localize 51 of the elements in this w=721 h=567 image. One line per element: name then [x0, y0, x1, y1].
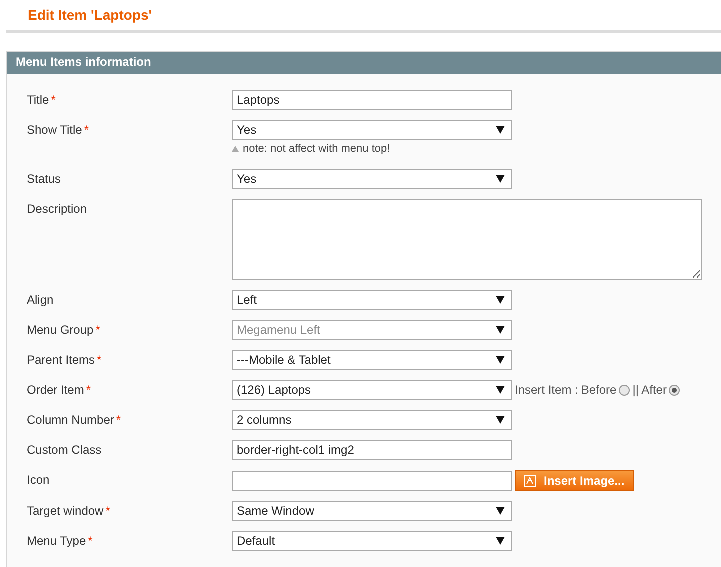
required-mark: * [96, 323, 100, 337]
required-mark: * [88, 534, 93, 548]
field-label: Menu Group [27, 323, 94, 337]
field-label: Custom Class [27, 443, 102, 457]
caret-icon [496, 386, 505, 394]
required-mark: * [97, 353, 102, 367]
field-label: Order Item [27, 383, 84, 397]
triangle-icon [232, 146, 239, 152]
dropdown[interactable]: Same Window [232, 501, 512, 521]
insert-label: Insert Item : [515, 383, 578, 397]
field-label: Target window [27, 504, 104, 518]
dropdown[interactable]: Left [232, 290, 512, 310]
page-title: Edit Item 'Laptops' [28, 7, 152, 23]
field-label: Description [27, 202, 88, 216]
radio-button[interactable] [668, 384, 680, 396]
field-note: note: not affect with menu top! [243, 143, 390, 155]
field-label: Menu Type [27, 534, 86, 548]
text-area[interactable] [232, 199, 702, 280]
field-label: Column Number [27, 413, 114, 427]
caret-icon [496, 296, 505, 304]
text-field[interactable]: Laptops [232, 90, 512, 110]
radio-button[interactable] [618, 384, 630, 396]
dropdown[interactable]: ---Mobile & Tablet [232, 350, 512, 370]
field-label: Show Title [27, 123, 82, 137]
required-mark: * [84, 123, 90, 137]
radio-label: Before [581, 383, 617, 397]
caret-icon [496, 126, 505, 134]
field-label: Icon [27, 473, 50, 487]
caret-icon [496, 175, 505, 183]
dropdown[interactable]: Default [232, 531, 512, 551]
caret-icon [496, 507, 505, 515]
field-label: Status [27, 172, 62, 186]
required-mark: * [116, 413, 122, 427]
required-mark: * [86, 383, 92, 397]
dropdown[interactable]: (126) Laptops [232, 380, 512, 400]
field-label: Align [27, 293, 54, 307]
caret-icon [496, 356, 505, 364]
dropdown[interactable]: Yes [232, 120, 512, 140]
required-mark: * [51, 93, 56, 107]
panel-title: Menu Items information [16, 55, 152, 69]
caret-icon [496, 416, 505, 424]
caret-icon [496, 326, 505, 334]
dropdown[interactable]: 2 columns [232, 410, 512, 430]
radio-label: || After [632, 383, 667, 397]
required-mark: * [106, 504, 110, 518]
field-label: Title [27, 93, 50, 107]
dropdown[interactable]: Yes [232, 169, 512, 189]
field-label: Parent Items [27, 353, 96, 367]
text-field[interactable]: border-right-col1 img2 [232, 440, 512, 460]
text-field[interactable] [232, 470, 512, 490]
caret-icon [496, 537, 505, 545]
